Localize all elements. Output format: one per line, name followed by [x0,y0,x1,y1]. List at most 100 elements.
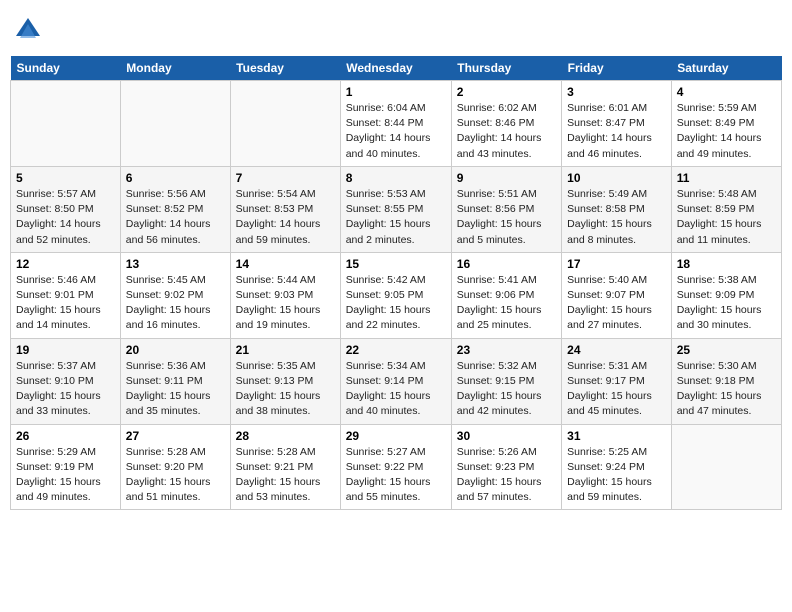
day-info: Sunrise: 5:42 AMSunset: 9:05 PMDaylight:… [346,273,446,334]
calendar-week-5: 26Sunrise: 5:29 AMSunset: 9:19 PMDayligh… [11,424,782,510]
calendar-cell: 4Sunrise: 5:59 AMSunset: 8:49 PMDaylight… [671,81,781,167]
calendar-cell: 1 Sunrise: 6:04 AMSunset: 8:44 PMDaylight… [340,81,451,167]
calendar-cell: 7 Sunrise: 5:54 AMSunset: 8:53 PMDaylight… [230,166,340,252]
day-info: Sunrise: 6:04 AMSunset: 8:44 PMDaylight:… [346,101,446,162]
calendar-cell: 16 Sunrise: 5:41 AMSunset: 9:06 PMDayligh… [451,252,561,338]
calendar-cell: 11 Sunrise: 5:48 AMSunset: 8:59 PMDayligh… [671,166,781,252]
calendar-cell: 15 Sunrise: 5:42 AMSunset: 9:05 PMDayligh… [340,252,451,338]
day-number: 17 [567,257,666,271]
weekday-header-tuesday: Tuesday [230,56,340,81]
day-info: Sunrise: 5:49 AMSunset: 8:58 PMDaylight:… [567,187,666,248]
calendar-cell: 5 Sunrise: 5:57 AMSunset: 8:50 PMDaylight… [11,166,121,252]
day-number: 30 [457,429,556,443]
day-number: 3 [567,85,666,99]
day-number: 6 [126,171,225,185]
day-number: 27 [126,429,225,443]
day-info: Sunrise: 5:40 AMSunset: 9:07 PMDaylight:… [567,273,666,334]
day-info: Sunrise: 5:25 AMSunset: 9:24 PMDaylight:… [567,445,666,506]
day-info: Sunrise: 5:35 AMSunset: 9:13 PMDaylight:… [236,359,335,420]
calendar-cell: 2Sunrise: 6:02 AMSunset: 8:46 PMDaylight… [451,81,561,167]
day-number: 10 [567,171,666,185]
day-number: 11 [677,171,776,185]
day-info: Sunrise: 5:57 AMSunset: 8:50 PMDaylight:… [16,187,115,248]
day-number: 15 [346,257,446,271]
day-info: Sunrise: 5:53 AMSunset: 8:55 PMDaylight:… [346,187,446,248]
day-info: Sunrise: 5:56 AMSunset: 8:52 PMDaylight:… [126,187,225,248]
calendar-cell: 6 Sunrise: 5:56 AMSunset: 8:52 PMDaylight… [120,166,230,252]
calendar-cell: 22 Sunrise: 5:34 AMSunset: 9:14 PMDayligh… [340,338,451,424]
day-number: 26 [16,429,115,443]
day-number: 9 [457,171,556,185]
day-info: Sunrise: 5:45 AMSunset: 9:02 PMDaylight:… [126,273,225,334]
weekday-header-monday: Monday [120,56,230,81]
day-number: 7 [236,171,335,185]
weekday-header-thursday: Thursday [451,56,561,81]
day-number: 12 [16,257,115,271]
day-info: Sunrise: 5:54 AMSunset: 8:53 PMDaylight:… [236,187,335,248]
day-number: 24 [567,343,666,357]
day-info: Sunrise: 6:02 AMSunset: 8:46 PMDaylight:… [457,101,556,162]
day-number: 1 [346,85,446,99]
calendar-week-4: 19 Sunrise: 5:37 AMSunset: 9:10 PMDayligh… [11,338,782,424]
day-info: Sunrise: 5:30 AMSunset: 9:18 PMDaylight:… [677,359,776,420]
day-info: Sunrise: 5:26 AMSunset: 9:23 PMDaylight:… [457,445,556,506]
calendar-table: SundayMondayTuesdayWednesdayThursdayFrid… [10,56,782,510]
day-info: Sunrise: 5:46 AMSunset: 9:01 PMDaylight:… [16,273,115,334]
calendar-cell: 24 Sunrise: 5:31 AMSunset: 9:17 PMDayligh… [562,338,672,424]
logo-icon [14,16,42,44]
calendar-cell: 12 Sunrise: 5:46 AMSunset: 9:01 PMDayligh… [11,252,121,338]
day-number: 29 [346,429,446,443]
calendar-cell [120,81,230,167]
day-number: 18 [677,257,776,271]
calendar-cell [11,81,121,167]
day-info: Sunrise: 5:27 AMSunset: 9:22 PMDaylight:… [346,445,446,506]
calendar-cell: 31 Sunrise: 5:25 AMSunset: 9:24 PMDayligh… [562,424,672,510]
calendar-cell: 18 Sunrise: 5:38 AMSunset: 9:09 PMDayligh… [671,252,781,338]
day-info: Sunrise: 5:36 AMSunset: 9:11 PMDaylight:… [126,359,225,420]
calendar-week-2: 5 Sunrise: 5:57 AMSunset: 8:50 PMDaylight… [11,166,782,252]
day-number: 16 [457,257,556,271]
calendar-cell: 17 Sunrise: 5:40 AMSunset: 9:07 PMDayligh… [562,252,672,338]
day-info: Sunrise: 5:44 AMSunset: 9:03 PMDaylight:… [236,273,335,334]
day-number: 22 [346,343,446,357]
calendar-cell: 14Sunrise: 5:44 AMSunset: 9:03 PMDayligh… [230,252,340,338]
day-info: Sunrise: 5:41 AMSunset: 9:06 PMDaylight:… [457,273,556,334]
day-number: 31 [567,429,666,443]
day-number: 25 [677,343,776,357]
day-number: 5 [16,171,115,185]
calendar-week-1: 1 Sunrise: 6:04 AMSunset: 8:44 PMDaylight… [11,81,782,167]
weekday-header-friday: Friday [562,56,672,81]
day-info: Sunrise: 5:34 AMSunset: 9:14 PMDaylight:… [346,359,446,420]
calendar-cell [671,424,781,510]
day-number: 13 [126,257,225,271]
day-info: Sunrise: 5:31 AMSunset: 9:17 PMDaylight:… [567,359,666,420]
calendar-cell: 20Sunrise: 5:36 AMSunset: 9:11 PMDayligh… [120,338,230,424]
calendar-cell: 19 Sunrise: 5:37 AMSunset: 9:10 PMDayligh… [11,338,121,424]
calendar-cell: 21 Sunrise: 5:35 AMSunset: 9:13 PMDayligh… [230,338,340,424]
logo [14,16,44,44]
weekday-header-row: SundayMondayTuesdayWednesdayThursdayFrid… [11,56,782,81]
calendar-cell: 27Sunrise: 5:28 AMSunset: 9:20 PMDayligh… [120,424,230,510]
day-info: Sunrise: 5:38 AMSunset: 9:09 PMDaylight:… [677,273,776,334]
calendar-cell: 23Sunrise: 5:32 AMSunset: 9:15 PMDayligh… [451,338,561,424]
day-info: Sunrise: 5:37 AMSunset: 9:10 PMDaylight:… [16,359,115,420]
day-info: Sunrise: 6:01 AMSunset: 8:47 PMDaylight:… [567,101,666,162]
calendar-cell [230,81,340,167]
weekday-header-wednesday: Wednesday [340,56,451,81]
calendar-week-3: 12 Sunrise: 5:46 AMSunset: 9:01 PMDayligh… [11,252,782,338]
calendar-cell: 8 Sunrise: 5:53 AMSunset: 8:55 PMDaylight… [340,166,451,252]
calendar-cell: 10 Sunrise: 5:49 AMSunset: 8:58 PMDayligh… [562,166,672,252]
day-number: 28 [236,429,335,443]
day-number: 21 [236,343,335,357]
day-info: Sunrise: 5:59 AMSunset: 8:49 PMDaylight:… [677,101,776,162]
day-number: 8 [346,171,446,185]
weekday-header-sunday: Sunday [11,56,121,81]
calendar-cell: 25 Sunrise: 5:30 AMSunset: 9:18 PMDayligh… [671,338,781,424]
calendar-cell: 9Sunrise: 5:51 AMSunset: 8:56 PMDaylight… [451,166,561,252]
day-info: Sunrise: 5:32 AMSunset: 9:15 PMDaylight:… [457,359,556,420]
day-number: 19 [16,343,115,357]
calendar-cell: 13 Sunrise: 5:45 AMSunset: 9:02 PMDayligh… [120,252,230,338]
calendar-cell: 3 Sunrise: 6:01 AMSunset: 8:47 PMDaylight… [562,81,672,167]
calendar-cell: 28Sunrise: 5:28 AMSunset: 9:21 PMDayligh… [230,424,340,510]
day-info: Sunrise: 5:48 AMSunset: 8:59 PMDaylight:… [677,187,776,248]
